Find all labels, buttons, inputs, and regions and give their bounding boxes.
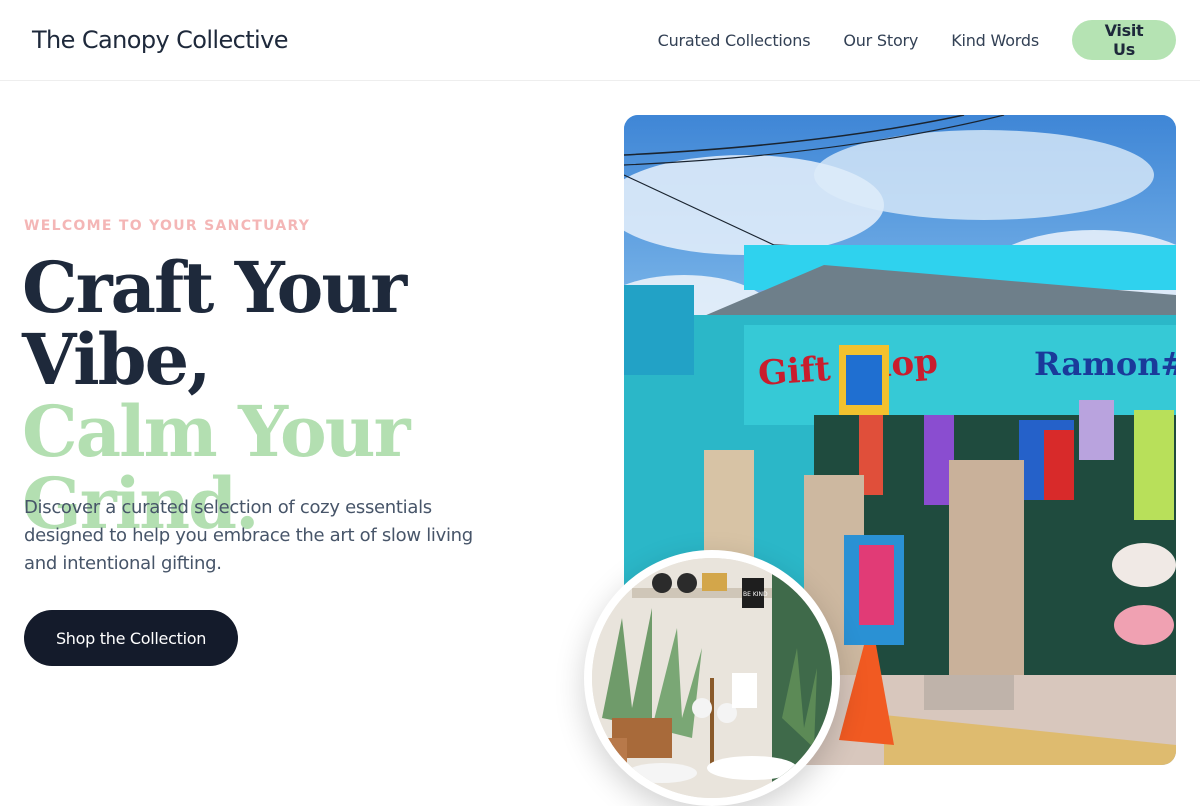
headline-line-1: Craft Your Vibe, (22, 246, 407, 401)
nav-link-kind-words[interactable]: Kind Words (951, 31, 1039, 50)
hero-eyebrow: WELCOME TO YOUR SANCTUARY (24, 218, 311, 234)
site-header: The Canopy Collective Curated Collection… (0, 0, 1200, 81)
hero-description: Discover a curated selection of cozy ess… (24, 497, 473, 574)
brand-logo[interactable]: The Canopy Collective (32, 26, 288, 54)
inset-shop-photo: BE KIND (584, 550, 840, 806)
main-nav: Curated Collections Our Story Kind Words… (658, 20, 1176, 60)
headline-line-2: Calm Your (22, 390, 410, 473)
inset-sign-text: BE KIND (743, 591, 768, 598)
visit-us-button[interactable]: Visit Us (1072, 20, 1176, 60)
sign-ramon: Ramon#1 (1034, 345, 1176, 383)
nav-link-curated-collections[interactable]: Curated Collections (658, 31, 811, 50)
shop-collection-button[interactable]: Shop the Collection (24, 610, 238, 666)
nav-link-our-story[interactable]: Our Story (843, 31, 918, 50)
